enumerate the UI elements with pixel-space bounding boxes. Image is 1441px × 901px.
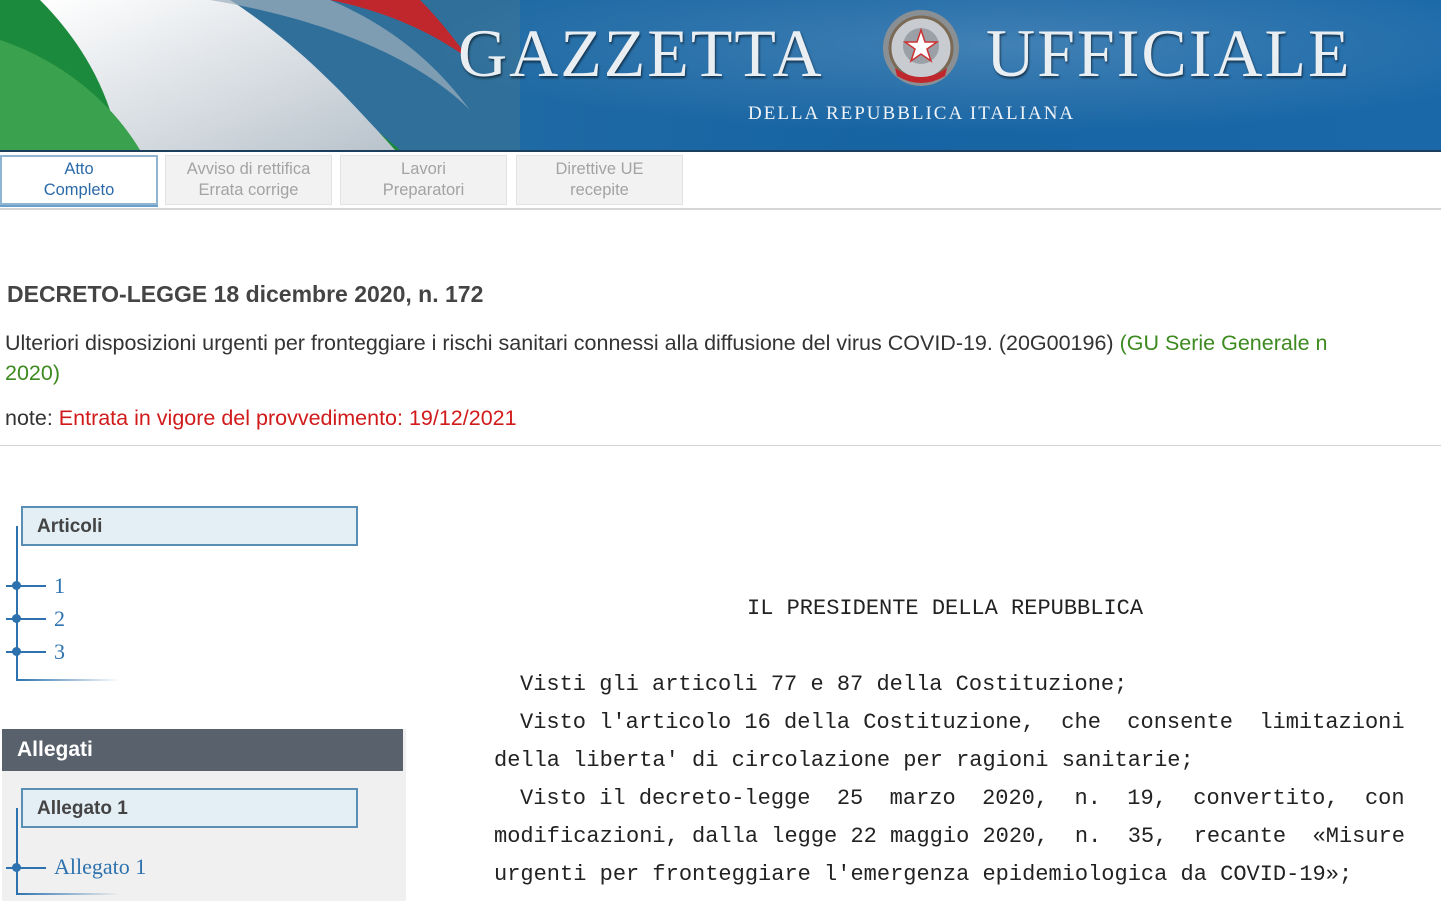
emblem-icon <box>883 10 959 86</box>
articoli-tree-line <box>16 526 18 681</box>
allegato-link-1[interactable]: Allegato 1 <box>54 854 146 880</box>
section-divider <box>0 445 1441 446</box>
articolo-link-3[interactable]: 3 <box>54 639 65 665</box>
banner-title-ufficiale: UFFICIALE <box>986 15 1352 91</box>
note-label: note: <box>5 406 59 430</box>
banner-title-gazzetta: GAZZETTA <box>458 15 824 91</box>
articolo-bullet <box>12 614 21 623</box>
allegati-tree-bottom <box>16 893 120 895</box>
articolo-link-2[interactable]: 2 <box>54 606 65 632</box>
body-heading: IL PRESIDENTE DELLA REPUBBLICA <box>747 596 1144 621</box>
decree-subtitle: Ulteriori disposizioni urgenti per front… <box>5 328 1441 358</box>
body-line: Visto l'articolo 16 della Costituzione, … <box>520 710 1405 735</box>
banner-divider <box>0 150 1441 152</box>
tab-avviso-rettifica[interactable]: Avviso di rettifica Errata corrige <box>165 155 332 205</box>
tabs-divider <box>0 208 1441 210</box>
decree-description: Ulteriori disposizioni urgenti per front… <box>5 331 1120 355</box>
tab-atto-completo[interactable]: Atto Completo <box>0 155 158 205</box>
decree-title: DECRETO-LEGGE 18 dicembre 2020, n. 172 <box>7 281 484 307</box>
body-line: modificazioni, dalla legge 22 maggio 202… <box>494 824 1405 849</box>
tab-direttive-ue[interactable]: Direttive UE recepite <box>516 155 683 205</box>
body-line: della liberta' di circolazione per ragio… <box>494 748 1194 773</box>
articoli-tree-bottom <box>16 679 120 681</box>
articolo-bullet <box>12 647 21 656</box>
allegato-box: Allegato 1 <box>21 788 358 828</box>
gu-link[interactable]: (GU Serie Generale n <box>1120 331 1328 355</box>
note-value: Entrata in vigore del provvedimento: 19/… <box>58 406 517 430</box>
articolo-bullet <box>12 581 21 590</box>
tab-lavori-preparatori[interactable]: Lavori Preparatori <box>340 155 507 205</box>
header-banner: GAZZETTA UFFICIALE DELLA REPUBBLICA ITAL… <box>0 0 1441 150</box>
allegato-bullet <box>12 863 21 872</box>
articoli-header: Articoli <box>21 506 358 546</box>
articolo-link-1[interactable]: 1 <box>54 573 65 599</box>
gu-link-continued[interactable]: 2020) <box>5 358 60 388</box>
allegati-header: Allegati <box>2 729 403 771</box>
body-line: Visti gli articoli 77 e 87 della Costitu… <box>520 672 1128 697</box>
banner-subtitle: DELLA REPUBBLICA ITALIANA <box>748 103 1076 124</box>
note-line: note: Entrata in vigore del provvediment… <box>5 406 517 431</box>
document-tabs: Atto Completo Avviso di rettifica Errata… <box>0 155 1441 209</box>
body-line: urgenti per fronteggiare l'emergenza epi… <box>494 862 1353 887</box>
allegati-tree-line <box>16 808 18 895</box>
body-line: Visto il decreto-legge 25 marzo 2020, n.… <box>520 786 1405 811</box>
